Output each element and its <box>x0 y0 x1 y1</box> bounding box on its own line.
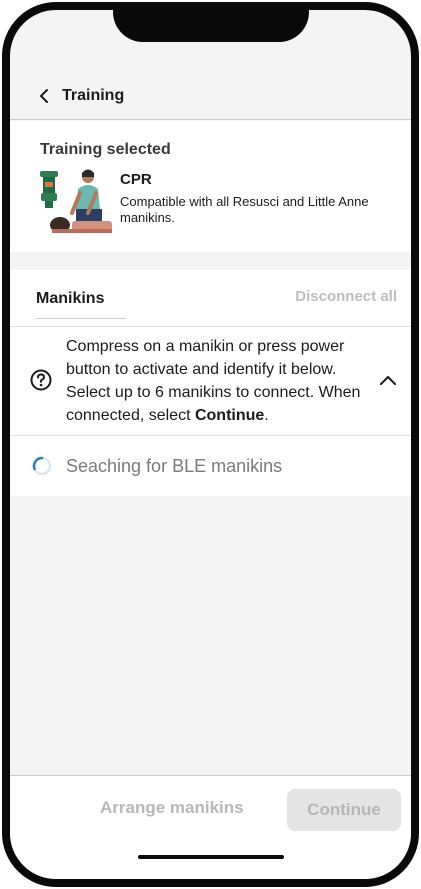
chevron-left-icon[interactable] <box>36 88 52 104</box>
manikins-section: Manikins Disconnect all Compress on a ma… <box>10 270 411 496</box>
app-header: Training <box>10 72 411 120</box>
instructions-text-end: . <box>264 407 269 424</box>
continue-button[interactable]: Continue <box>287 789 401 831</box>
training-card: Training selected CPR Compatible with al… <box>10 121 411 252</box>
instructions-continue-keyword: Continue <box>194 407 265 424</box>
footer-bar: Arrange manikins Continue <box>10 775 411 845</box>
bottom-safe-area <box>10 845 411 879</box>
training-description: Compatible with all Resusci and Little A… <box>120 194 369 225</box>
notch <box>113 10 309 42</box>
manikins-title: Manikins <box>36 290 126 319</box>
training-name: CPR <box>120 171 152 188</box>
loading-spinner-icon <box>32 456 52 476</box>
instructions-text: Compress on a manikin or press power but… <box>66 335 366 427</box>
search-status-text: Seaching for BLE manikins <box>66 455 283 476</box>
phone-frame: Training Training selected CPR Compatibl… <box>2 2 419 887</box>
page-title: Training <box>62 86 125 104</box>
disconnect-all-button[interactable]: Disconnect all <box>295 288 397 305</box>
chevron-up-icon[interactable] <box>379 373 397 385</box>
help-circle-icon <box>30 369 52 391</box>
training-selected-label: Training selected <box>40 141 171 158</box>
search-status-row: Seaching for BLE manikins <box>10 437 411 495</box>
instructions-panel: Compress on a manikin or press power but… <box>10 326 411 436</box>
home-indicator[interactable] <box>138 855 284 859</box>
cpr-training-illustration <box>36 167 114 237</box>
arrange-manikins-button[interactable]: Arrange manikins <box>100 798 244 818</box>
